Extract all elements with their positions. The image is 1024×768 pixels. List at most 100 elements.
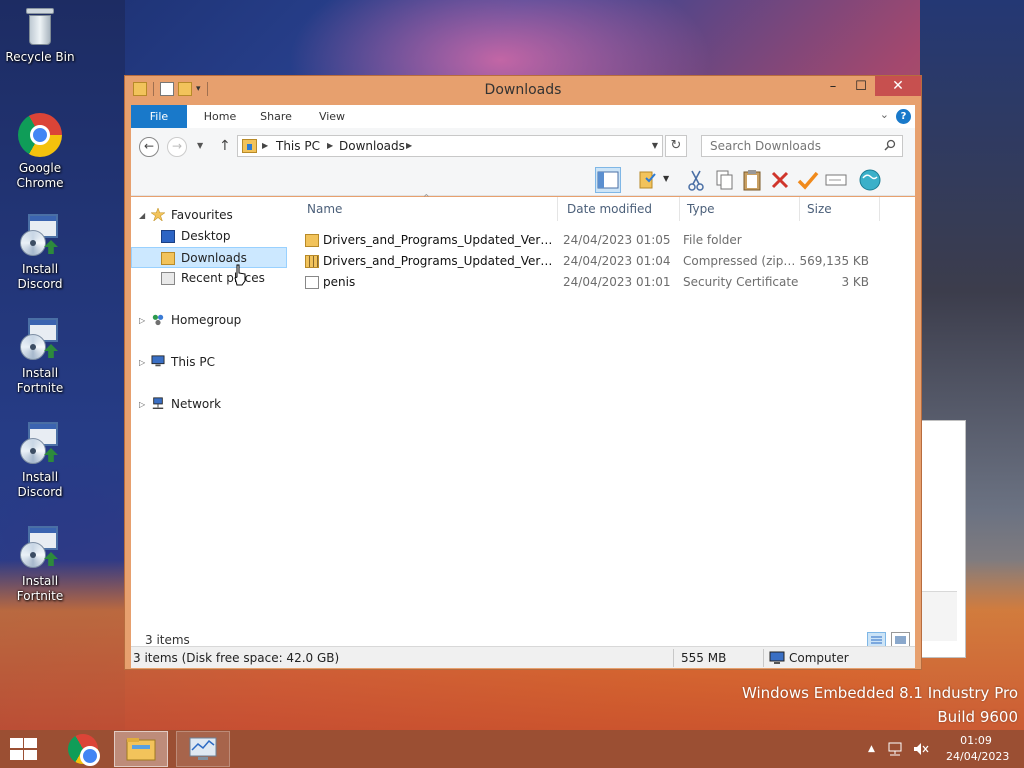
system-tray: ▲ [868, 730, 929, 768]
select-button[interactable] [823, 167, 849, 193]
preview-pane-button[interactable] [595, 167, 621, 193]
column-header-type[interactable]: Type [687, 202, 715, 222]
file-date: 24/04/2023 01:01 [563, 275, 671, 289]
column-header-name[interactable]: Name [307, 202, 342, 222]
expand-ribbon-icon[interactable]: ⌄ [880, 108, 889, 121]
nav-downloads[interactable]: Downloads [131, 247, 287, 268]
globe-icon [859, 169, 881, 191]
collapse-chevron-icon[interactable]: ◢ [139, 205, 145, 226]
desktop-icon-install-fortnite[interactable]: Install Fortnite [0, 318, 80, 396]
zip-folder-icon [305, 255, 319, 268]
taskbar-explorer-button[interactable] [114, 731, 168, 767]
desktop-icon-label: Install Fortnite [16, 574, 64, 603]
breadcrumb-downloads[interactable]: Downloads [339, 139, 405, 153]
recent-places-icon [161, 272, 175, 285]
column-header-date-modified[interactable]: Date modified [567, 202, 652, 222]
address-dropdown-icon[interactable]: ▼ [652, 141, 658, 150]
breadcrumb-chevron-icon[interactable]: ▶ [406, 141, 412, 150]
address-bar[interactable]: ▶ This PC ▶ Downloads ▶ ▼ [237, 135, 663, 157]
details-bar: 3 items (Disk free space: 42.0 GB) 555 M… [131, 646, 915, 668]
globe-button[interactable] [857, 167, 883, 193]
desktop-icon-install-discord[interactable]: Install Discord [0, 214, 80, 292]
file-type: Security Certificate [683, 275, 799, 289]
column-header-size[interactable]: Size [807, 202, 832, 222]
nav-recent-places[interactable]: Recent places [131, 268, 291, 289]
paste-button[interactable] [739, 167, 765, 193]
breadcrumb-this-pc[interactable]: This PC [276, 139, 320, 153]
up-button[interactable]: ↑ [219, 138, 231, 154]
file-size: 3 KB [841, 275, 869, 289]
nav-homegroup[interactable]: ▷ Homegroup [131, 310, 291, 331]
help-button[interactable]: ? [896, 109, 911, 124]
column-divider[interactable] [679, 197, 680, 221]
selection-size: 555 MB [681, 651, 727, 665]
breadcrumb-chevron-icon[interactable]: ▶ [262, 141, 268, 150]
taskbar-performance-monitor-button[interactable] [176, 731, 230, 767]
nav-label: Network [171, 397, 222, 411]
table-row[interactable]: Drivers_and_Programs_Updated_Version_...… [301, 251, 901, 272]
properties-button[interactable] [635, 167, 661, 193]
preview-pane-icon [597, 171, 619, 189]
table-row[interactable]: Drivers_and_Programs_Updated_Version_...… [301, 230, 901, 251]
delete-x-icon [771, 171, 789, 189]
taskbar-chrome-button[interactable] [56, 731, 110, 767]
speaker-muted-icon[interactable] [913, 742, 929, 756]
back-button[interactable]: ← [139, 137, 159, 157]
desktop-icon-install-discord-2[interactable]: Install Discord [0, 422, 80, 500]
expand-chevron-icon[interactable]: ▷ [139, 352, 145, 373]
nav-network[interactable]: ▷ Network [131, 394, 291, 415]
taskbar-clock[interactable]: 01:09 24/04/2023 [946, 733, 1009, 765]
location-zone: Computer [789, 651, 849, 665]
refresh-button[interactable]: ↻ [665, 135, 687, 157]
title-bar[interactable]: ▾ Downloads – ☐ ✕ [125, 76, 921, 104]
nav-this-pc[interactable]: ▷ This PC [131, 352, 291, 373]
breadcrumb-chevron-icon[interactable]: ▶ [327, 141, 333, 150]
table-row[interactable]: penis 24/04/2023 01:01 Security Certific… [301, 272, 901, 293]
minimize-button[interactable]: – [819, 76, 847, 96]
forward-button[interactable]: → [167, 137, 187, 157]
nav-desktop[interactable]: Desktop [131, 226, 291, 247]
recent-locations-dropdown-icon[interactable]: ▼ [197, 141, 203, 150]
nav-label: Favourites [171, 208, 233, 222]
background-window[interactable] [920, 420, 966, 658]
chrome-icon [68, 734, 100, 766]
file-name: Drivers_and_Programs_Updated_Version_... [323, 233, 553, 247]
nav-label: Recent places [181, 271, 265, 285]
column-divider[interactable] [557, 197, 558, 221]
clipboard-icon [743, 170, 761, 191]
close-button[interactable]: ✕ [875, 76, 921, 96]
start-button[interactable] [8, 738, 38, 760]
disk-free-space: 3 items (Disk free space: 42.0 GB) [133, 651, 340, 665]
file-date: 24/04/2023 01:05 [563, 233, 671, 247]
nav-favourites[interactable]: ◢ Favourites [131, 205, 291, 226]
certificate-icon [305, 276, 319, 289]
cut-button[interactable] [683, 167, 709, 193]
nav-label: Homegroup [171, 313, 242, 327]
column-divider[interactable] [799, 197, 800, 221]
address-row: ← → ▼ ↑ ▶ This PC ▶ Downloads ▶ ▼ ↻ Sear… [131, 128, 915, 164]
network-icon[interactable] [887, 742, 903, 756]
tab-file[interactable]: File [131, 105, 187, 128]
search-input[interactable]: Search Downloads [701, 135, 903, 157]
tab-home[interactable]: Home [197, 105, 243, 128]
command-toolbar: ▼ [131, 164, 915, 196]
expand-chevron-icon[interactable]: ▷ [139, 394, 145, 415]
desktop-icon-install-fortnite-2[interactable]: Install Fortnite [0, 526, 80, 604]
copy-button[interactable] [711, 167, 737, 193]
ribbon-tabs: File Home Share View ⌄ ? [131, 105, 915, 128]
pane-divider[interactable] [291, 197, 301, 629]
maximize-button[interactable]: ☐ [847, 76, 875, 96]
delete-button[interactable] [767, 167, 793, 193]
desktop-icon-chrome[interactable]: Google Chrome [0, 113, 80, 191]
installer-icon [18, 526, 62, 570]
options-dropdown-icon[interactable]: ▼ [663, 174, 669, 183]
show-hidden-icons-icon[interactable]: ▲ [868, 744, 875, 754]
column-divider[interactable] [879, 197, 880, 221]
tab-view[interactable]: View [309, 105, 355, 128]
nav-label: Desktop [181, 229, 231, 243]
desktop-icon-recycle-bin[interactable]: Recycle Bin [0, 6, 80, 65]
desktop-icon-label: Install Fortnite [16, 366, 64, 395]
tab-share[interactable]: Share [253, 105, 299, 128]
rename-button[interactable] [795, 167, 821, 193]
expand-chevron-icon[interactable]: ▷ [139, 310, 145, 331]
